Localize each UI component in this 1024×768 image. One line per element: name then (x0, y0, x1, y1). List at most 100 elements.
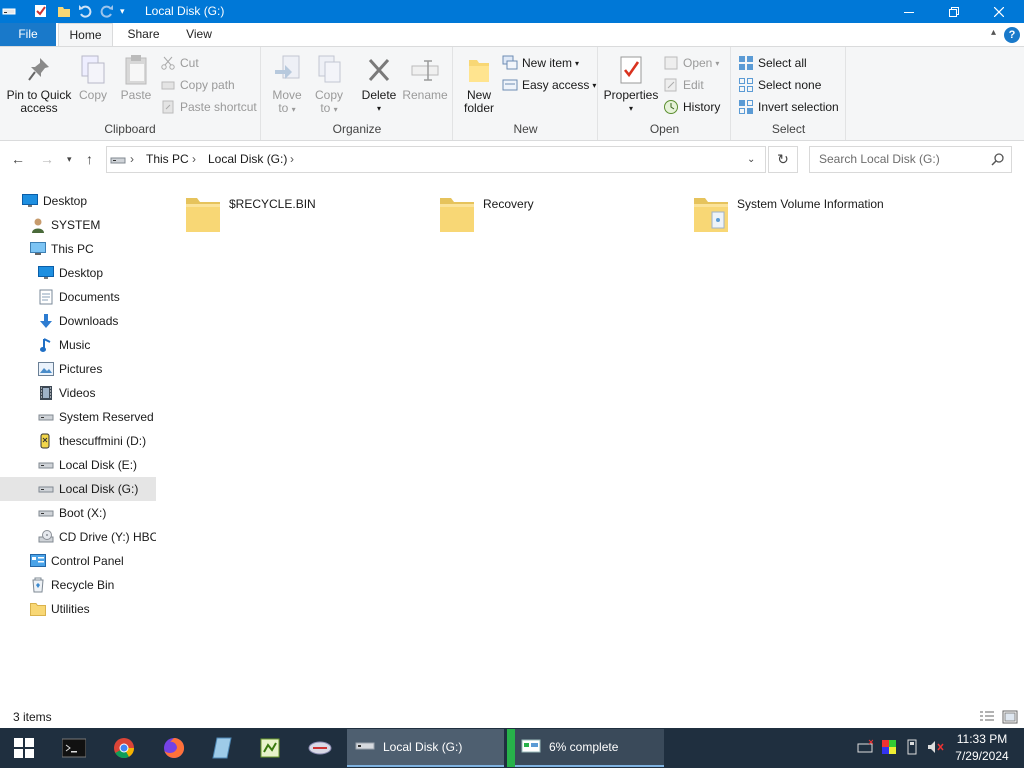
new-folder-button[interactable]: New folder (460, 53, 498, 115)
nav-item[interactable]: Documents (0, 285, 156, 309)
system-tray (857, 728, 945, 768)
nav-item[interactable]: Control Panel (0, 549, 156, 573)
move-to-button[interactable]: Move to ▾ (268, 53, 306, 116)
keyboard-layout-icon[interactable] (857, 739, 874, 758)
invert-selection-button[interactable]: Invert selection (738, 97, 839, 117)
maximize-button[interactable] (931, 0, 977, 23)
customize-quick-access-icon[interactable]: ▾ (120, 6, 134, 20)
taskbar-window-local-disk[interactable]: Local Disk (G:) (347, 729, 504, 767)
cut-button[interactable]: Cut (160, 53, 199, 73)
nav-item[interactable]: Utilities (0, 597, 156, 621)
redo-icon[interactable] (100, 4, 114, 18)
display-color-icon[interactable] (881, 739, 897, 758)
address-dropdown-icon[interactable]: ⌄ (747, 154, 755, 165)
nav-item[interactable]: Local Disk (G:) (0, 477, 156, 501)
nav-item-label: CD Drive (Y:) HBC (59, 530, 156, 544)
nav-item[interactable]: Music (0, 333, 156, 357)
recent-locations-icon[interactable]: ▾ (67, 154, 72, 165)
pin-to-quick-access-button[interactable]: Pin to Quick access (4, 53, 74, 115)
details-view-icon[interactable] (979, 709, 995, 725)
file-name: $RECYCLE.BIN (229, 197, 316, 211)
breadcrumb-separator-icon[interactable]: › (130, 152, 134, 166)
notepad-plus-plus-app-icon[interactable] (246, 728, 294, 768)
select-all-button[interactable]: Select all (738, 53, 807, 73)
nav-item[interactable]: CD Drive (Y:) HBC (0, 525, 156, 549)
tab-share[interactable]: Share (117, 23, 170, 46)
nav-item[interactable]: Recycle Bin (0, 573, 156, 597)
collapse-ribbon-icon[interactable]: ▴ (991, 27, 996, 38)
search-icon[interactable] (991, 152, 1005, 169)
tab-file[interactable]: File (0, 23, 56, 46)
copy-to-button[interactable]: Copy to ▾ (310, 53, 348, 116)
copy-progress-icon (521, 738, 541, 757)
paste-button[interactable]: Paste (118, 53, 154, 102)
undo-icon[interactable] (78, 4, 92, 18)
open-button[interactable]: Open ▾ (663, 53, 719, 73)
nav-item[interactable]: Desktop (0, 261, 156, 285)
clock[interactable]: 11:33 PM 7/29/2024 (950, 731, 1014, 765)
tab-home[interactable]: Home (58, 23, 113, 46)
breadcrumb-separator-icon[interactable]: › (192, 152, 196, 166)
control-panel-icon (30, 553, 46, 569)
edit-button[interactable]: Edit (663, 75, 704, 95)
terminal-app-icon[interactable] (50, 728, 98, 768)
nav-item[interactable]: Local Disk (E:) (0, 453, 156, 477)
copy-button[interactable]: Copy (76, 53, 110, 102)
search-input[interactable] (819, 152, 984, 166)
help-icon[interactable]: ? (1004, 27, 1020, 43)
properties-quick-icon[interactable] (34, 4, 48, 18)
close-button[interactable] (976, 0, 1022, 23)
refresh-icon: ↻ (777, 151, 789, 167)
rename-button[interactable]: Rename (402, 53, 448, 102)
nav-item[interactable]: System Reserved ( (0, 405, 156, 429)
nav-item[interactable]: Desktop (0, 189, 156, 213)
large-icons-view-icon[interactable] (1002, 709, 1018, 725)
breadcrumb-separator-icon[interactable]: › (290, 152, 294, 166)
properties-dropdown-icon[interactable]: ▾ (603, 102, 659, 115)
cd-drive-icon (38, 529, 54, 545)
nav-item[interactable]: Videos (0, 381, 156, 405)
breadcrumb-this-pc[interactable]: This PC (146, 152, 189, 166)
nav-item[interactable]: Downloads (0, 309, 156, 333)
notepad-app-icon[interactable] (198, 728, 246, 768)
nav-item[interactable]: This PC (0, 237, 156, 261)
delete-dropdown-icon[interactable]: ▾ (358, 102, 400, 115)
delete-button[interactable]: Delete ▾ (358, 53, 400, 115)
breadcrumb-local-disk-g[interactable]: Local Disk (G:) (208, 152, 287, 166)
start-button[interactable] (0, 728, 48, 768)
nav-item[interactable]: thescuffmini (D:) (0, 429, 156, 453)
address-bar[interactable]: › This PC › Local Disk (G:) › ⌄ (106, 146, 766, 173)
nav-item[interactable]: Boot (X:) (0, 501, 156, 525)
easy-access-button[interactable]: Easy access ▾ (502, 75, 596, 95)
chrome-app-icon[interactable] (100, 728, 148, 768)
taskbar-window-copy-progress[interactable]: 6% complete (507, 729, 664, 767)
drive-icon (38, 409, 54, 425)
new-item-button[interactable]: New item ▾ (502, 53, 579, 73)
volume-muted-icon[interactable] (927, 739, 945, 758)
select-none-button[interactable]: Select none (738, 75, 821, 95)
copy-path-button[interactable]: Copy path (160, 75, 235, 95)
new-folder-quick-icon[interactable] (57, 4, 71, 18)
file-item[interactable]: $RECYCLE.BIN (183, 192, 316, 238)
minimize-button[interactable] (886, 0, 932, 23)
properties-button[interactable]: Properties ▾ (603, 53, 659, 115)
forward-arrow-icon[interactable]: → (40, 151, 54, 167)
file-item[interactable]: System Volume Information (691, 192, 884, 238)
new-group: New folder New item ▾ Easy access ▾ New (454, 47, 598, 140)
nav-item-label: SYSTEM (51, 218, 101, 232)
drive-icon[interactable] (2, 4, 16, 18)
back-arrow-icon[interactable]: ← (11, 151, 25, 167)
nav-item[interactable]: SYSTEM (0, 213, 156, 237)
paste-shortcut-button[interactable]: Paste shortcut (160, 97, 257, 117)
up-arrow-icon[interactable]: ↑ (86, 151, 93, 167)
nav-item[interactable]: Pictures (0, 357, 156, 381)
usb-device-icon[interactable] (905, 739, 919, 758)
tool-app-icon[interactable] (296, 728, 344, 768)
firefox-app-icon[interactable] (150, 728, 198, 768)
search-box[interactable] (809, 146, 1012, 173)
copy-icon (77, 53, 109, 87)
history-button[interactable]: History (663, 97, 720, 117)
refresh-button[interactable]: ↻ (768, 146, 798, 173)
tab-view[interactable]: View (174, 23, 224, 46)
file-item[interactable]: Recovery (437, 192, 534, 238)
